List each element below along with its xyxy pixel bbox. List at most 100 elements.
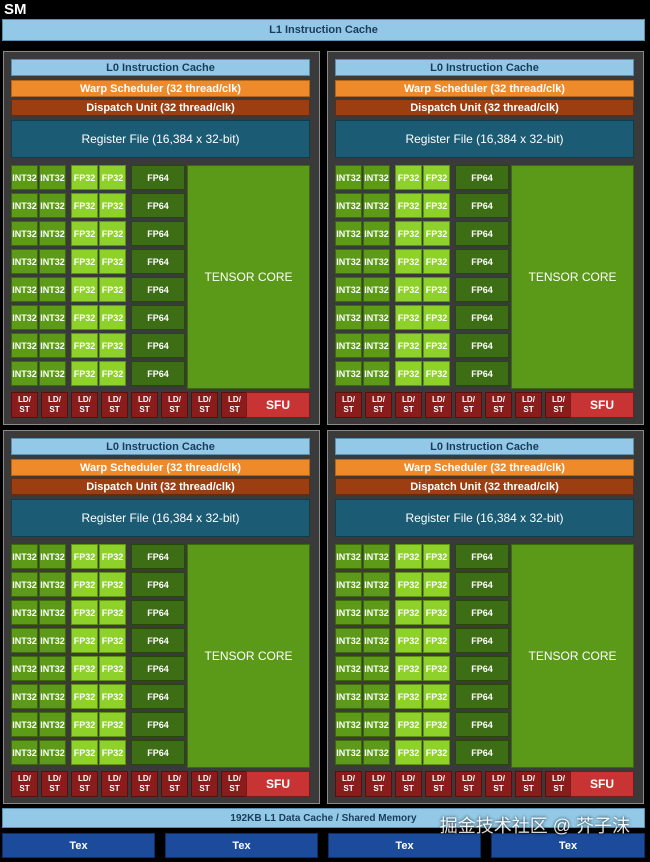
tensor-core: TENSOR CORE (187, 165, 310, 389)
int32-unit: INT32 (363, 684, 390, 709)
int32-column-b: INT32 INT32 INT32 INT32 INT32 INT32 INT32 INT32 (39, 544, 66, 768)
int32-unit: INT32 (335, 656, 362, 681)
sm-partition-2: L0 Instruction Cache Warp Scheduler (32 t… (327, 51, 644, 425)
fp32-unit: FP32 (71, 712, 98, 737)
int32-unit: INT32 (335, 361, 362, 386)
fp32-unit: FP32 (99, 249, 126, 274)
int32-unit: INT32 (11, 305, 38, 330)
int32-unit: INT32 (11, 361, 38, 386)
int32-column-a: INT32 INT32 INT32 INT32 INT32 INT32 INT32 INT32 (11, 544, 38, 768)
fp64-unit: FP64 (131, 249, 185, 274)
int32-unit: INT32 (363, 305, 390, 330)
fp32-column-b: FP32 FP32 FP32 FP32 FP32 FP32 FP32 FP32 (99, 165, 126, 389)
fp64-unit: FP64 (131, 165, 185, 190)
fp32-unit: FP32 (99, 361, 126, 386)
fp32-unit: FP32 (395, 361, 422, 386)
fp32-unit: FP32 (99, 544, 126, 569)
int32-unit: INT32 (363, 165, 390, 190)
fp32-column-a: FP32 FP32 FP32 FP32 FP32 FP32 FP32 FP32 (395, 544, 422, 768)
int32-unit: INT32 (39, 277, 66, 302)
tex-unit-2: Tex (165, 833, 318, 858)
fp64-unit: FP64 (455, 684, 509, 709)
ld-st-unit: LD/ ST (131, 392, 158, 418)
l0-instruction-cache: L0 Instruction Cache (335, 438, 634, 455)
int32-unit: INT32 (11, 165, 38, 190)
int32-unit: INT32 (335, 277, 362, 302)
fp32-unit: FP32 (423, 572, 450, 597)
fp32-column-a: FP32 FP32 FP32 FP32 FP32 FP32 FP32 FP32 (71, 165, 98, 389)
fp32-unit: FP32 (423, 740, 450, 765)
fp32-unit: FP32 (423, 684, 450, 709)
int32-unit: INT32 (363, 277, 390, 302)
fp64-unit: FP64 (131, 628, 185, 653)
fp32-unit: FP32 (395, 165, 422, 190)
fp32-unit: FP32 (395, 333, 422, 358)
fp32-unit: FP32 (423, 333, 450, 358)
int32-unit: INT32 (39, 684, 66, 709)
int32-unit: INT32 (11, 600, 38, 625)
ld-st-unit: LD/ ST (455, 771, 482, 797)
fp32-column-b: FP32 FP32 FP32 FP32 FP32 FP32 FP32 FP32 (99, 544, 126, 768)
int32-column-b: INT32 INT32 INT32 INT32 INT32 INT32 INT32 INT32 (363, 165, 390, 389)
ld-st-unit: LD/ ST (11, 392, 38, 418)
ld-st-unit: LD/ ST (161, 392, 188, 418)
fp32-unit: FP32 (423, 656, 450, 681)
fp64-unit: FP64 (131, 361, 185, 386)
fp32-unit: FP32 (71, 684, 98, 709)
int32-unit: INT32 (39, 361, 66, 386)
ld-st-unit: LD/ ST (161, 771, 188, 797)
fp32-unit: FP32 (99, 656, 126, 681)
fp32-unit: FP32 (71, 600, 98, 625)
int32-unit: INT32 (335, 712, 362, 737)
ld-st-unit: LD/ ST (41, 392, 68, 418)
ld-st-unit: LD/ ST (395, 771, 422, 797)
ld-st-unit: LD/ ST (71, 392, 98, 418)
warp-scheduler: Warp Scheduler (32 thread/clk) (11, 459, 310, 476)
fp64-column: FP64 FP64 FP64 FP64 FP64 FP64 FP64 FP64 (131, 165, 185, 389)
ld-st-unit: LD/ ST (191, 392, 218, 418)
dispatch-unit: Dispatch Unit (32 thread/clk) (11, 478, 310, 495)
fp64-unit: FP64 (131, 305, 185, 330)
int32-unit: INT32 (363, 656, 390, 681)
fp32-column-b: FP32 FP32 FP32 FP32 FP32 FP32 FP32 FP32 (423, 544, 450, 768)
int32-unit: INT32 (39, 305, 66, 330)
l0-instruction-cache: L0 Instruction Cache (11, 59, 310, 76)
tex-unit-1: Tex (2, 833, 155, 858)
warp-scheduler: Warp Scheduler (32 thread/clk) (335, 80, 634, 97)
int32-unit: INT32 (335, 165, 362, 190)
int32-unit: INT32 (11, 740, 38, 765)
int32-unit: INT32 (11, 628, 38, 653)
register-file: Register File (16,384 x 32-bit) (335, 499, 634, 537)
int32-unit: INT32 (39, 628, 66, 653)
fp32-unit: FP32 (395, 628, 422, 653)
fp64-unit: FP64 (131, 221, 185, 246)
fp32-unit: FP32 (423, 544, 450, 569)
ld-st-unit: LD/ ST (101, 392, 128, 418)
fp64-unit: FP64 (455, 600, 509, 625)
ld-st-unit: LD/ ST (485, 392, 512, 418)
fp32-unit: FP32 (423, 221, 450, 246)
fp32-unit: FP32 (395, 712, 422, 737)
int32-unit: INT32 (11, 221, 38, 246)
fp64-unit: FP64 (131, 333, 185, 358)
fp32-unit: FP32 (71, 628, 98, 653)
fp32-unit: FP32 (99, 165, 126, 190)
fp64-unit: FP64 (131, 656, 185, 681)
fp32-column-a: FP32 FP32 FP32 FP32 FP32 FP32 FP32 FP32 (71, 544, 98, 768)
int32-column-a: INT32 INT32 INT32 INT32 INT32 INT32 INT32 INT32 (335, 165, 362, 389)
int32-unit: INT32 (363, 600, 390, 625)
ld-st-unit: LD/ ST (131, 771, 158, 797)
ld-st-unit: LD/ ST (221, 392, 248, 418)
ld-st-unit: LD/ ST (335, 771, 362, 797)
fp32-unit: FP32 (71, 333, 98, 358)
fp64-unit: FP64 (131, 712, 185, 737)
dispatch-unit: Dispatch Unit (32 thread/clk) (335, 99, 634, 116)
fp32-unit: FP32 (423, 249, 450, 274)
ld-st-unit: LD/ ST (545, 392, 572, 418)
warp-scheduler: Warp Scheduler (32 thread/clk) (335, 459, 634, 476)
sm-partition-4: L0 Instruction Cache Warp Scheduler (32 t… (327, 430, 644, 804)
fp32-unit: FP32 (99, 628, 126, 653)
fp64-unit: FP64 (455, 361, 509, 386)
fp32-unit: FP32 (423, 165, 450, 190)
fp32-unit: FP32 (395, 305, 422, 330)
